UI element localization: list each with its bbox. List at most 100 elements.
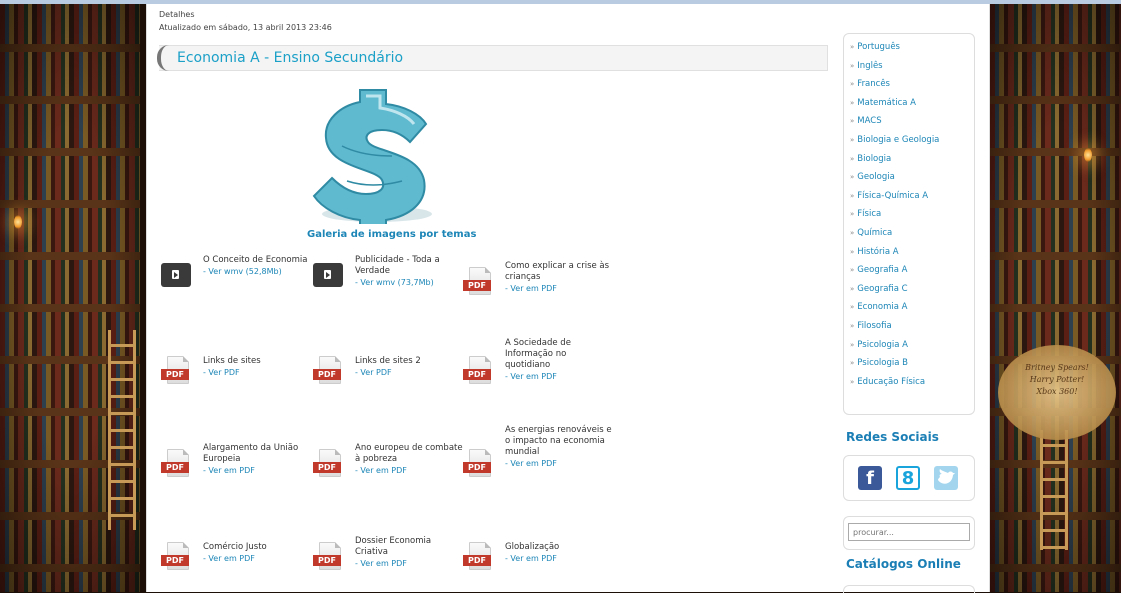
- subject-label: História A: [857, 246, 899, 257]
- subject-label: Psicologia A: [857, 339, 908, 350]
- subject-label: Física-Química A: [857, 190, 929, 201]
- video-icon[interactable]: [313, 263, 343, 287]
- subject-label: Inglês: [857, 60, 883, 71]
- page-title: Economia A - Ensino Secundário: [177, 50, 404, 66]
- document-item: PDF Como explicar a crise às crianças - Ve…: [463, 255, 613, 315]
- document-title: Globalização: [505, 542, 560, 552]
- subject-label: Biologia e Geologia: [857, 134, 940, 145]
- document-title: Comércio Justo: [203, 542, 267, 552]
- document-title: Dossier Economia Criativa: [355, 536, 432, 557]
- subject-menu-item[interactable]: » Economia A: [850, 302, 939, 321]
- bullet-icon: »: [850, 117, 855, 126]
- subjects-menu: » Português» Inglês» Francês» Matemática A» M…: [843, 33, 975, 415]
- document-link[interactable]: - Ver wmv (52,8Mb): [203, 266, 311, 277]
- candle-light-icon: [14, 215, 22, 229]
- twitter-icon[interactable]: [934, 466, 958, 490]
- pdf-icon[interactable]: PDF: [463, 449, 493, 477]
- document-item: PDF Links de sites - Ver PDF: [161, 344, 311, 404]
- document-title: A Sociedade de Informação no quotidiano: [505, 338, 571, 370]
- subject-label: Biologia: [857, 153, 892, 164]
- bullet-icon: »: [850, 210, 855, 219]
- subject-label: Psicologia B: [857, 358, 908, 369]
- dollar-puzzle-icon[interactable]: [302, 86, 452, 224]
- pdf-icon[interactable]: PDF: [161, 449, 191, 477]
- subject-label: Francês: [857, 79, 890, 90]
- document-title: Links de sites 2: [355, 356, 421, 366]
- subject-menu-item[interactable]: » Geologia: [850, 172, 939, 191]
- pdf-icon[interactable]: PDF: [313, 449, 343, 477]
- document-item: PDF Comércio Justo - Ver em PDF: [161, 530, 311, 590]
- subject-menu-item[interactable]: » Geografia C: [850, 284, 939, 303]
- pdf-icon[interactable]: PDF: [313, 356, 343, 384]
- subject-menu-item[interactable]: » Educação Física: [850, 377, 939, 396]
- sign-line: Britney Spears!: [1025, 363, 1089, 372]
- document-link[interactable]: - Ver em PDF: [505, 283, 613, 294]
- video-icon[interactable]: [161, 263, 191, 287]
- pdf-icon[interactable]: PDF: [463, 356, 493, 384]
- subject-menu-item[interactable]: » MACS: [850, 116, 939, 135]
- updated-date: Atualizado em sábado, 13 abril 2013 23:4…: [159, 23, 332, 32]
- document-title: O Conceito de Economia: [203, 255, 308, 265]
- document-item: PDF A Sociedade de Informação no quotidia…: [463, 338, 613, 404]
- subject-menu-item[interactable]: » Física-Química A: [850, 191, 939, 210]
- document-title: Links de sites: [203, 356, 261, 366]
- subject-menu-item[interactable]: » Química: [850, 228, 939, 247]
- subject-menu-item[interactable]: » Inglês: [850, 61, 939, 80]
- subject-menu-item[interactable]: » Francês: [850, 79, 939, 98]
- pdf-icon[interactable]: PDF: [463, 542, 493, 570]
- bullet-icon: »: [850, 359, 855, 368]
- article-meta: Detalhes Atualizado em sábado, 13 abril …: [159, 8, 332, 34]
- sign-line: Harry Potter!: [1029, 375, 1085, 384]
- subject-menu-item[interactable]: » Biologia e Geologia: [850, 135, 939, 154]
- subject-menu-item[interactable]: » Português: [850, 42, 939, 61]
- search-input[interactable]: [848, 523, 970, 541]
- subject-menu-item[interactable]: » Biologia: [850, 154, 939, 173]
- top-border: [0, 0, 1121, 4]
- subject-label: Geologia: [857, 172, 895, 183]
- details-label: Detalhes: [159, 10, 195, 19]
- gallery-link[interactable]: Galeria de imagens por temas: [307, 229, 476, 240]
- document-title: Alargamento da União Europeia: [203, 443, 299, 464]
- google-plus-icon[interactable]: 8: [896, 466, 920, 490]
- document-item: PDF Dossier Economia Criativa - Ver em PDF: [313, 530, 463, 590]
- document-title: Publicidade - Toda a Verdade: [355, 255, 440, 276]
- document-title: Ano europeu de combate à pobreza: [355, 443, 463, 464]
- document-link[interactable]: - Ver em PDF: [203, 465, 311, 476]
- document-link[interactable]: - Ver PDF: [355, 367, 463, 378]
- decorative-sign: Britney Spears! Harry Potter! Xbox 360!: [998, 345, 1116, 440]
- bullet-icon: »: [850, 247, 855, 256]
- subject-menu-item[interactable]: » História A: [850, 247, 939, 266]
- subject-menu-item[interactable]: » Matemática A: [850, 98, 939, 117]
- bullet-icon: »: [850, 135, 855, 144]
- document-item: PDF Globalização - Ver em PDF: [463, 530, 613, 590]
- document-link[interactable]: - Ver em PDF: [203, 553, 311, 564]
- document-link[interactable]: - Ver em PDF: [355, 465, 463, 476]
- document-link[interactable]: - Ver em PDF: [355, 558, 463, 569]
- pdf-icon[interactable]: PDF: [161, 356, 191, 384]
- bullet-icon: »: [850, 321, 855, 330]
- bullet-icon: »: [850, 340, 855, 349]
- subject-label: Geografia A: [857, 265, 908, 276]
- subject-label: Filosofia: [857, 320, 892, 331]
- document-link[interactable]: - Ver em PDF: [505, 553, 613, 564]
- document-link[interactable]: - Ver wmv (73,7Mb): [355, 277, 463, 288]
- social-links: f 8: [843, 455, 975, 501]
- document-link[interactable]: - Ver em PDF: [505, 458, 613, 469]
- subject-menu-item[interactable]: » Psicologia B: [850, 358, 939, 377]
- subject-menu-item[interactable]: » Psicologia A: [850, 340, 939, 359]
- bullet-icon: »: [850, 61, 855, 70]
- pdf-icon[interactable]: PDF: [313, 542, 343, 570]
- document-item: PDF Links de sites 2- Ver PDF: [313, 344, 463, 404]
- subject-menu-item[interactable]: » Geografia A: [850, 265, 939, 284]
- subject-label: Português: [857, 42, 900, 52]
- document-item: PDF Ano europeu de combate à pobreza - Ver…: [313, 437, 463, 497]
- pdf-icon[interactable]: PDF: [463, 267, 493, 295]
- subject-menu-item[interactable]: » Filosofia: [850, 321, 939, 340]
- subject-label: Física: [857, 209, 882, 220]
- pdf-icon[interactable]: PDF: [161, 542, 191, 570]
- subject-menu-item[interactable]: » Física: [850, 209, 939, 228]
- facebook-icon[interactable]: f: [858, 466, 882, 490]
- document-link[interactable]: - Ver PDF: [203, 367, 311, 378]
- document-link[interactable]: - Ver em PDF: [505, 371, 613, 382]
- sign-line: Xbox 360!: [1036, 387, 1078, 396]
